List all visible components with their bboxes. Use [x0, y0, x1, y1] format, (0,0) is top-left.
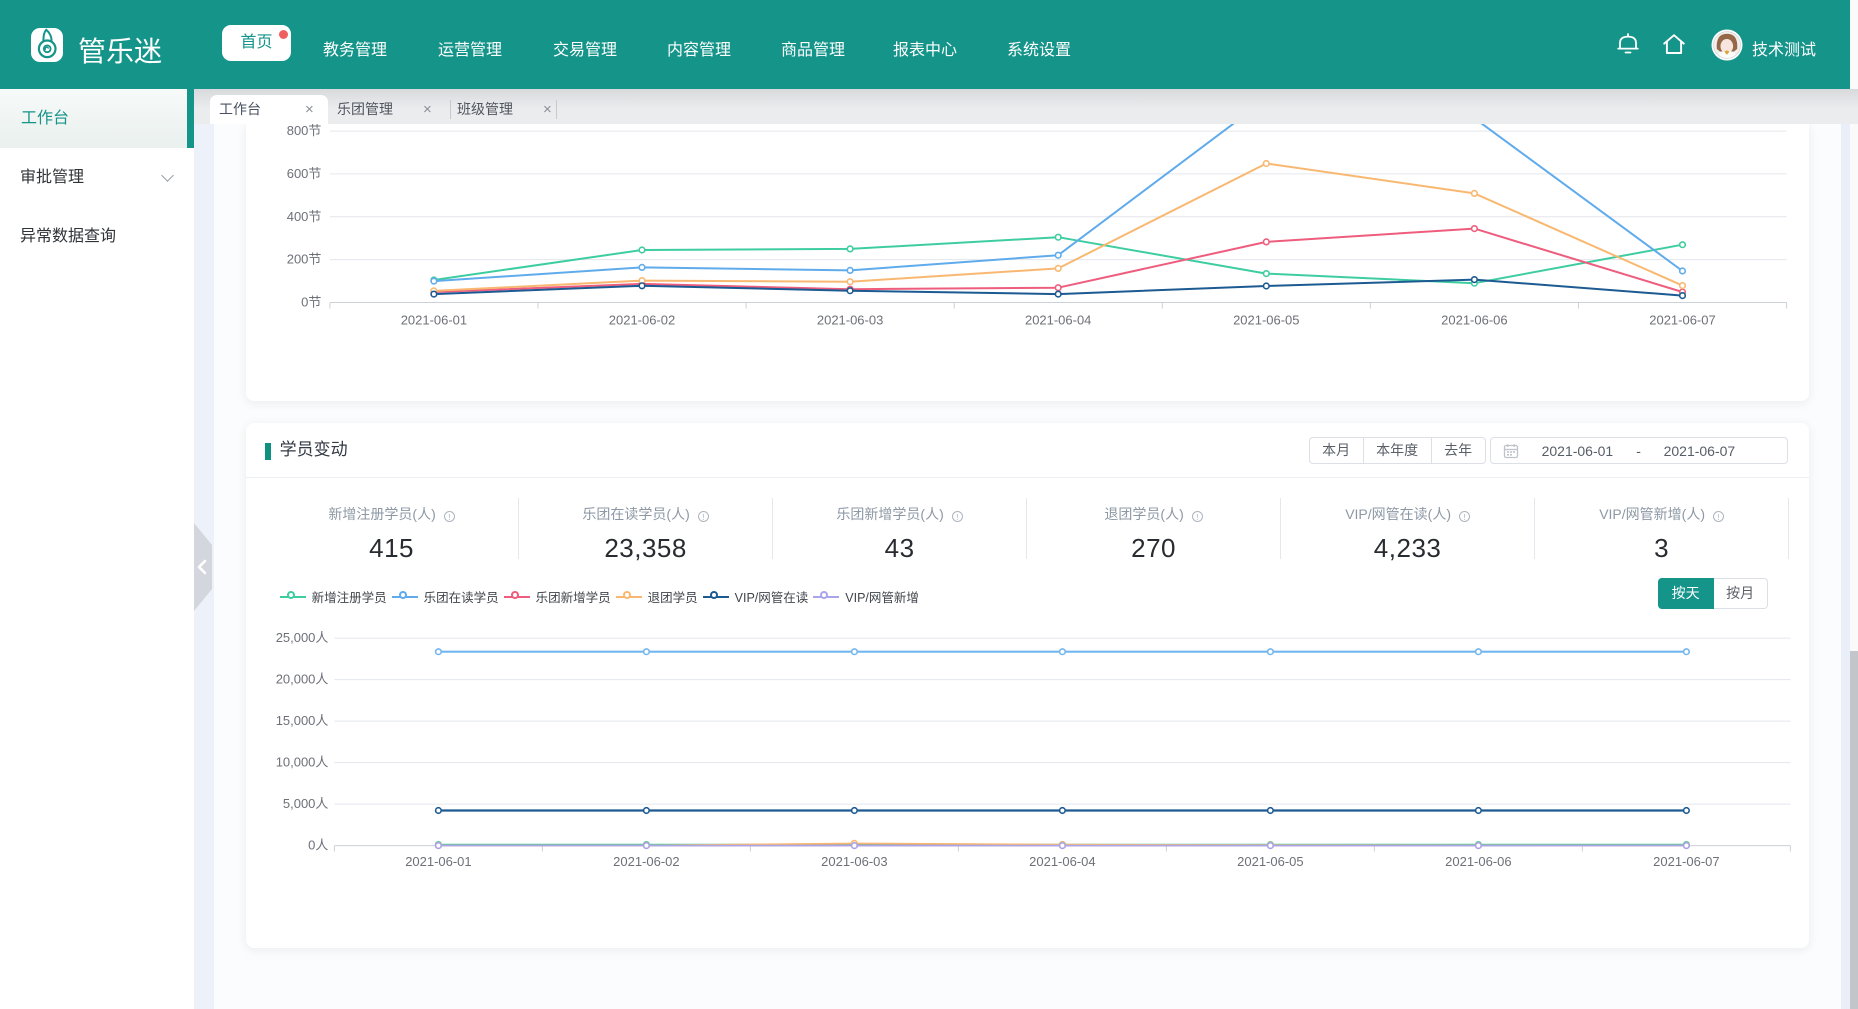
svg-text:2021-06-07: 2021-06-07 [1653, 854, 1719, 869]
svg-text:2021-06-02: 2021-06-02 [613, 854, 679, 869]
svg-text:2021-06-04: 2021-06-04 [1029, 854, 1095, 869]
svg-text:2021-06-06: 2021-06-06 [1445, 854, 1511, 869]
svg-text:15,000人: 15,000人 [275, 713, 328, 728]
svg-text:200节: 200节 [286, 252, 321, 267]
svg-text:2021-06-03: 2021-06-03 [816, 312, 882, 327]
svg-text:2021-06-01: 2021-06-01 [405, 854, 471, 869]
svg-text:2021-06-06: 2021-06-06 [1441, 312, 1507, 327]
svg-text:2021-06-04: 2021-06-04 [1025, 312, 1091, 327]
svg-text:5,000人: 5,000人 [283, 796, 328, 811]
svg-text:20,000人: 20,000人 [275, 671, 328, 686]
svg-text:10,000人: 10,000人 [275, 754, 328, 769]
svg-text:2021-06-01: 2021-06-01 [400, 312, 466, 327]
svg-text:400节: 400节 [286, 209, 321, 224]
svg-text:2021-06-02: 2021-06-02 [608, 312, 674, 327]
svg-text:25,000人: 25,000人 [275, 630, 328, 645]
svg-text:2021-06-05: 2021-06-05 [1233, 312, 1299, 327]
svg-text:2021-06-07: 2021-06-07 [1649, 312, 1715, 327]
svg-text:0人: 0人 [308, 837, 328, 852]
svg-text:2021-06-05: 2021-06-05 [1237, 854, 1303, 869]
svg-text:600节: 600节 [286, 166, 321, 181]
svg-text:0节: 0节 [301, 294, 321, 309]
svg-text:2021-06-03: 2021-06-03 [821, 854, 887, 869]
svg-text:800节: 800节 [286, 124, 321, 138]
